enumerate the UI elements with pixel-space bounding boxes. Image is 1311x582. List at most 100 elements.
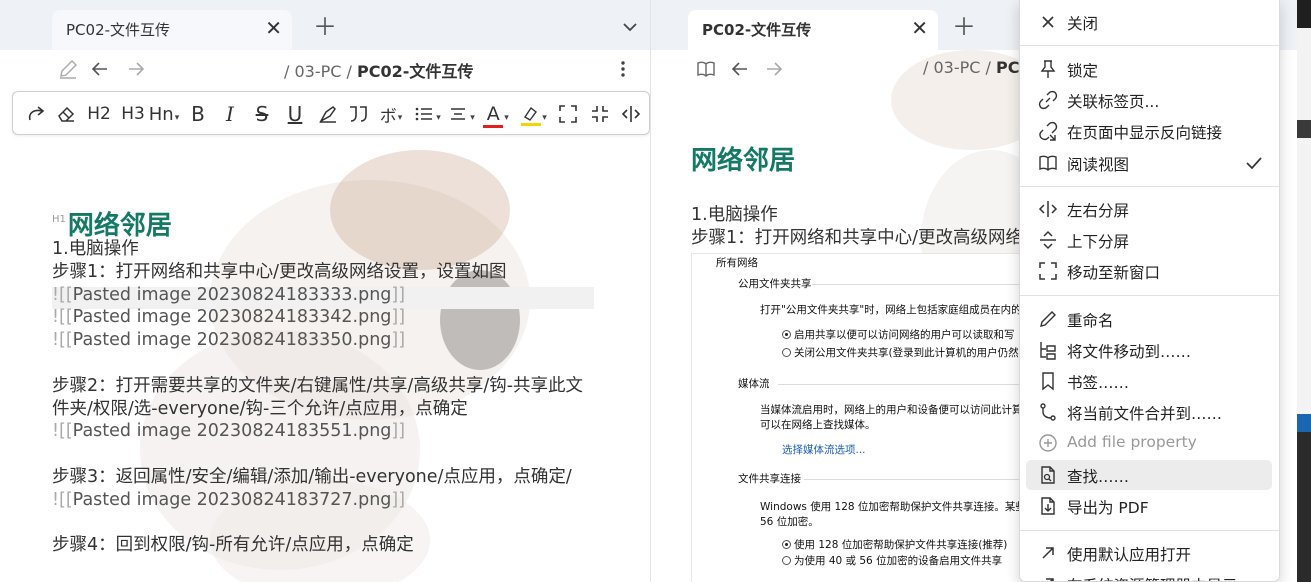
menu-item-export-pdf[interactable]: 导出为 PDF	[1026, 491, 1272, 521]
bold-button[interactable]: B	[187, 100, 209, 128]
menu-item-pin[interactable]: 锁定	[1026, 54, 1272, 84]
image-embed-line: ![[Pasted image 20230824183727.png]]	[52, 489, 406, 510]
image-embed-line: ![[Pasted image 20230824183551.png]]	[52, 421, 406, 442]
menu-item-reading-view[interactable]: 阅读视图	[1026, 148, 1272, 178]
back-arrow-icon[interactable]	[729, 58, 751, 80]
split-vertical-icon	[1038, 201, 1058, 217]
bookmark-icon	[1042, 372, 1054, 391]
img-section-all-networks: 所有网络	[716, 257, 758, 269]
radio-selected-icon	[782, 540, 791, 549]
menu-item-add-property[interactable]: Add file property	[1026, 428, 1272, 458]
tab-close-icon[interactable]: ✕	[265, 16, 282, 40]
edit-mode-pencil-icon[interactable]	[57, 58, 79, 80]
link-icon	[1038, 90, 1058, 110]
menu-item-bookmark[interactable]: 书签……	[1026, 366, 1272, 396]
caret-down-icon: ▾	[436, 113, 441, 123]
img-media-desc: 当媒体流启用时，网络上的用户和设备便可以访问此计算	[760, 404, 1023, 416]
image-embed-line: ![[Pasted image 20230824183333.png]]	[52, 284, 406, 305]
menu-item-move-file[interactable]: 将文件移动到……	[1026, 335, 1272, 365]
new-tab-plus-icon[interactable]: ＋	[313, 13, 337, 41]
heading-n-label: Hn	[148, 103, 174, 125]
img-divider	[812, 284, 1032, 285]
collapse-icon[interactable]	[587, 100, 613, 128]
text-line: 步骤4：回到权限/钩-所有允许/点应用，点确定	[52, 535, 414, 556]
more-options-icon[interactable]	[612, 58, 634, 80]
redo-icon[interactable]	[23, 100, 49, 128]
menu-item-backlinks[interactable]: 在页面中显示反向链接	[1026, 116, 1272, 146]
menu-item-split-right[interactable]: 左右分屏	[1026, 194, 1272, 224]
menu-item-split-down[interactable]: 上下分屏	[1026, 225, 1272, 255]
align-icon[interactable]: ▾	[445, 100, 477, 128]
left-editor-pane: PC02-文件互传 ✕ ＋ / 03-PC / PC02-文件互传 H2 H3 …	[0, 0, 651, 582]
back-arrow-icon[interactable]	[89, 58, 111, 80]
menu-item-find[interactable]: 查找……	[1026, 460, 1272, 490]
breadcrumb-title[interactable]: PC02-文件互传	[357, 62, 473, 81]
merge-icon	[1040, 403, 1056, 421]
fullscreen-icon[interactable]	[555, 100, 581, 128]
folder-open-icon	[1046, 578, 1054, 581]
img-radio-disable: 关闭公用文件夹共享(登录到此计算机的用户仍然	[782, 345, 1019, 360]
menu-item-open-default[interactable]: 使用默认应用打开	[1026, 538, 1272, 568]
breadcrumb-title[interactable]: PC	[996, 58, 1019, 77]
highlight-color-button[interactable]: ▾	[517, 100, 551, 128]
menu-item-close[interactable]: 关闭	[1026, 7, 1272, 37]
file-search-icon	[1041, 466, 1055, 484]
tab-pc02[interactable]: PC02-文件互传 ✕	[52, 10, 292, 50]
text-color-swatch	[483, 125, 504, 128]
heading2-button[interactable]: H2	[85, 100, 113, 128]
breadcrumb-separator: /	[346, 62, 352, 81]
quote-icon[interactable]	[346, 100, 372, 128]
plus-circle-icon	[1039, 434, 1057, 452]
img-radio-128: 使用 128 位加密帮助保护文件共享连接(推荐)	[782, 537, 1007, 552]
breadcrumb-folder[interactable]: 03-PC	[933, 58, 980, 77]
forward-arrow-icon[interactable]	[763, 58, 785, 80]
text-color-letter: A	[486, 103, 500, 125]
heading-n-button[interactable]: Hn ▾	[147, 100, 181, 128]
strikethrough-button[interactable]: S	[251, 100, 273, 128]
radio-empty-icon	[782, 556, 791, 565]
close-icon	[1042, 16, 1054, 28]
breadcrumb-folder[interactable]: 03-PC	[294, 62, 341, 81]
caret-down-icon: ▾	[470, 113, 475, 123]
heading3-button[interactable]: H3	[119, 100, 147, 128]
italic-button[interactable]: I	[219, 100, 241, 128]
folder-tree-icon	[1040, 342, 1056, 360]
split-code-icon[interactable]	[619, 100, 643, 128]
heading-level-marker: H1	[52, 214, 66, 226]
ruby-annotation-icon[interactable]: ボ ▾	[375, 100, 407, 128]
new-tab-plus-icon[interactable]: ＋	[952, 13, 976, 41]
img-public-desc: 打开"公用文件夹共享"时，网络上包括家庭组成员在内的	[760, 304, 1022, 316]
menu-item-merge[interactable]: 将当前文件合并到……	[1026, 397, 1272, 427]
heading-1: H1 网络邻居	[52, 204, 612, 239]
highlight-pen-icon[interactable]	[315, 100, 341, 128]
highlight-color-swatch	[521, 123, 542, 126]
tab-close-icon[interactable]: ✕	[911, 16, 928, 40]
tab-list-chevron-down-icon[interactable]	[619, 16, 641, 38]
menu-item-rename[interactable]: 重命名	[1026, 304, 1272, 334]
pdf-export-icon	[1041, 497, 1055, 515]
split-horizontal-icon	[1040, 230, 1056, 250]
text-color-button[interactable]: A ▾	[479, 100, 513, 128]
reading-view-content: 网络邻居 1.电脑操作 步骤1：打开网络和共享中心/更改高级网络设	[691, 148, 1041, 250]
img-media-link: 选择媒体流选项...	[782, 444, 866, 456]
menu-item-new-window[interactable]: 移动至新窗口	[1026, 256, 1272, 286]
tab-pc02-active[interactable]: PC02-文件互传 ✕	[688, 10, 938, 50]
backlink-icon	[1039, 121, 1058, 141]
new-window-icon	[1039, 262, 1057, 280]
breadcrumb-separator: /	[923, 58, 929, 77]
caret-down-icon: ▾	[504, 113, 509, 123]
adjacent-window-edge	[1297, 0, 1311, 582]
img-media-desc2: 可以在网络上查找媒体。	[760, 419, 876, 431]
text-line: 步骤1：打开网络和共享中心/更改高级网络设	[691, 227, 1041, 248]
book-icon	[1039, 155, 1057, 171]
markdown-editor[interactable]: H1 网络邻居 1.电脑操作 步骤1：打开网络和共享中心/更改高级网络设置，设置…	[52, 204, 612, 557]
menu-item-link-tab[interactable]: 关联标签页...	[1026, 85, 1272, 115]
tab-title: PC02-文件互传	[702, 21, 812, 39]
forward-arrow-icon[interactable]	[125, 58, 147, 80]
underline-button[interactable]: U	[284, 100, 306, 128]
eraser-icon[interactable]	[53, 100, 79, 128]
list-icon[interactable]: ▾	[411, 100, 443, 128]
reading-book-icon[interactable]	[695, 58, 717, 80]
menu-item-show-in-explorer[interactable]: 在系统资源管理器中显示	[1026, 569, 1272, 581]
img-fs-desc: Windows 使用 128 位加密帮助保护文件共享连接。某些	[760, 501, 1026, 513]
